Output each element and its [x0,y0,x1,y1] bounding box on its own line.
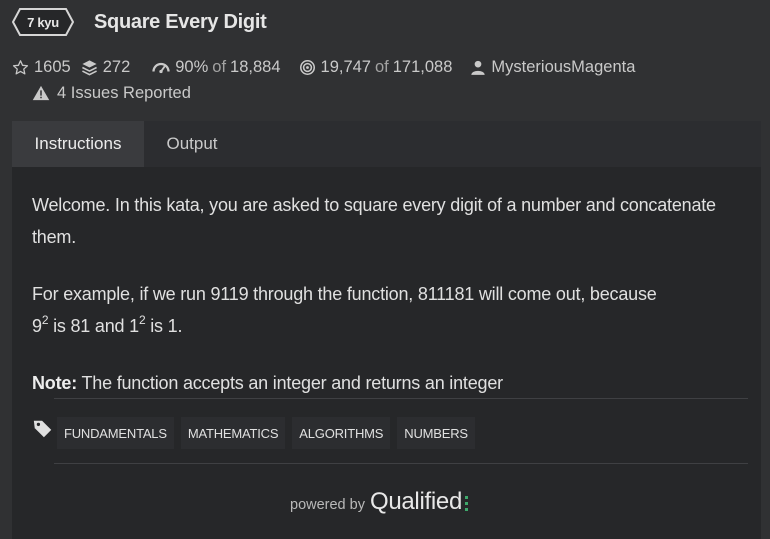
kata-title: Square Every Digit [94,10,267,33]
rank-badge: 7 kyu [12,8,74,36]
author-name: MysteriousMagenta [491,57,636,76]
description-paragraph-1: Welcome. In this kata, you are asked to … [32,195,716,247]
note-label: Note: [32,373,77,393]
powered-by-qualified[interactable]: powered by Qualified [290,485,468,519]
qualified-dots-icon [465,495,468,511]
note-text: The function accepts an integer and retu… [77,373,503,393]
powered-by-label: powered by [290,497,365,513]
qualified-logo: Qualified [369,488,462,515]
layers-icon [81,59,97,75]
divider-bottom [54,463,748,464]
description-paragraph-2: For example, if we run 9119 through the … [32,278,732,342]
satisfaction-percent: 90% [175,57,209,76]
tag-list: FUNDAMENTALS MATHEMATICS ALGORITHMS NUMB… [32,417,482,449]
issues-link[interactable]: 4 Issues Reported [32,82,191,104]
satisfaction-stat: 90% of 18,884 [152,57,281,77]
completed-stat: 19,747 of 171,088 [299,57,453,77]
completed-count: 19,747 [320,57,371,76]
example-base-9: 9 [32,316,42,336]
instructions-panel: Instructions Output Welcome. In this kat… [12,121,761,539]
gauge-icon [152,62,170,74]
author-stat[interactable]: MysteriousMagenta [470,58,635,77]
target-icon [299,59,315,75]
tab-output[interactable]: Output [144,121,240,167]
divider-top [54,398,748,399]
tab-instructions[interactable]: Instructions [12,121,144,167]
kata-stats: 1605 272 90% of 18,884 19,747 of 171,088 [12,56,635,78]
stars-stat[interactable]: 1605 [12,58,71,77]
tag-fundamentals[interactable]: FUNDAMENTALS [57,417,174,449]
panel-tabs: Instructions Output [12,121,761,167]
kata-description: Welcome. In this kata, you are asked to … [32,189,732,424]
example-mid: is 81 and 1 [48,316,139,336]
completed-of: of [374,57,389,76]
satisfaction-total: 18,884 [230,57,281,76]
star-icon [12,59,29,75]
rank-label: 7 kyu [27,14,59,30]
satisfaction-of: of [212,57,227,76]
collections-stat[interactable]: 272 [81,57,131,77]
issues-label: 4 Issues Reported [57,83,191,102]
example-text: For example, if we run 9119 through the … [32,284,657,304]
stars-count: 1605 [34,57,71,76]
tag-icon [33,420,52,438]
tag-algorithms[interactable]: ALGORITHMS [292,417,391,449]
warning-icon [32,85,50,101]
example-end: is 1. [145,316,183,336]
collections-count: 272 [102,57,131,76]
kata-header: 7 kyu Square Every Digit [12,6,267,38]
note-paragraph: Note: The function accepts an integer an… [32,367,732,399]
attempts-total: 171,088 [392,57,453,76]
tag-mathematics[interactable]: MATHEMATICS [180,417,286,449]
user-icon [471,60,486,75]
tag-numbers[interactable]: NUMBERS [397,417,475,449]
